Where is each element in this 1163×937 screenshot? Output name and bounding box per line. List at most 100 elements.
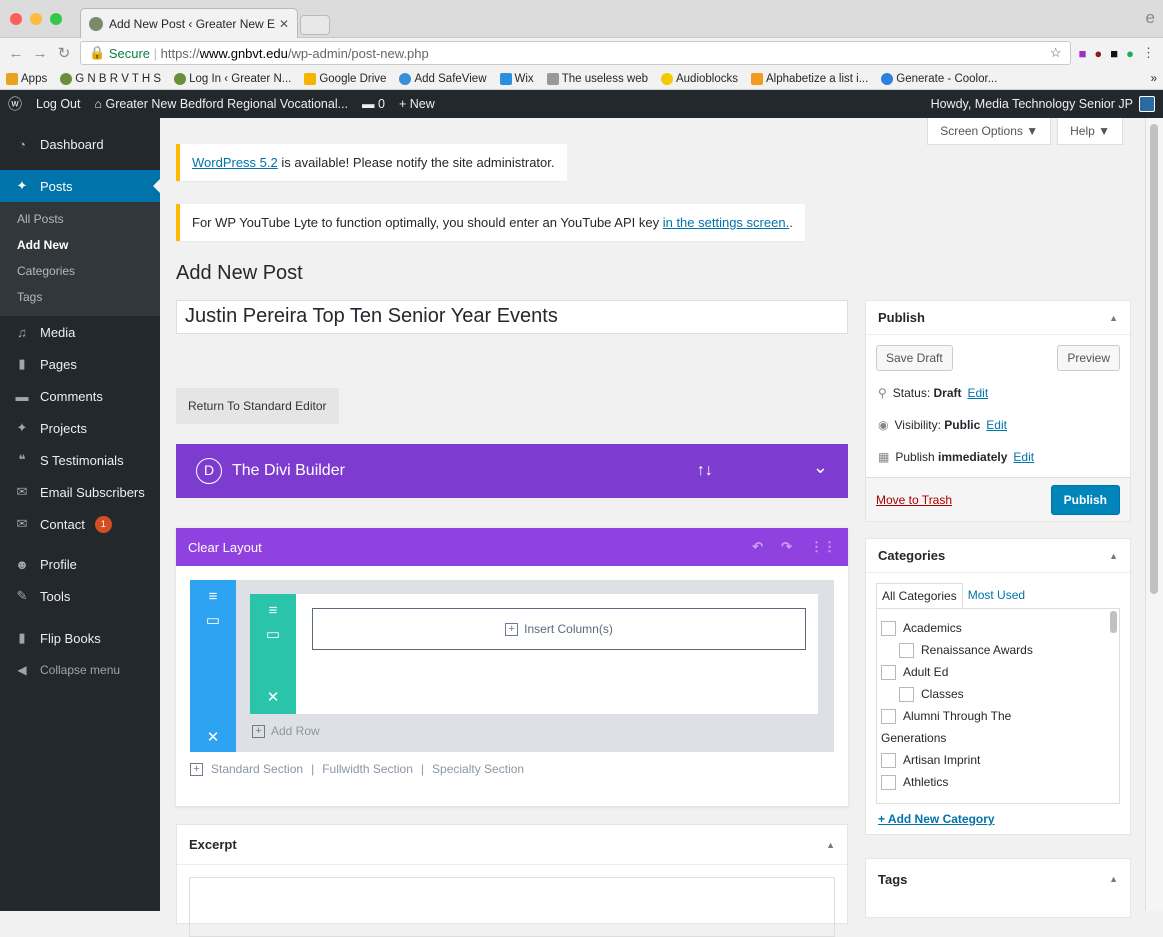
tab-all-categories[interactable]: All Categories [876,583,963,608]
back-arrow-icon[interactable]: ← [8,45,24,62]
undo-icon[interactable]: ↶ [752,539,763,555]
submenu-all-posts[interactable]: All Posts [0,206,160,232]
chevron-down-icon[interactable]: ⌄ [813,457,828,478]
comments-link[interactable]: ▬ 0 [362,97,385,111]
list-item[interactable]: Alumni Through The [881,705,1115,727]
extension-notion-icon[interactable]: ■ [1110,46,1118,61]
section-move-icon[interactable]: ≡ [190,588,236,605]
sidebar-item-tools[interactable]: ✎ Tools [0,580,160,612]
sidebar-item-profile[interactable]: ☻ Profile [0,548,160,580]
excerpt-textarea[interactable] [189,877,835,937]
row-settings-icon[interactable]: ▭ [250,625,296,643]
help-button[interactable]: Help ▼ [1057,118,1123,145]
history-icon[interactable]: ⋮⋮ [810,539,836,555]
bookmark-item[interactable]: Wix [499,72,534,85]
submenu-add-new[interactable]: Add New [0,232,160,258]
extension-t-icon[interactable]: ■ [1079,46,1087,61]
new-tab-button[interactable] [300,15,330,35]
bookmark-item[interactable]: Audioblocks [660,72,738,85]
move-to-trash-link[interactable]: Move to Trash [876,493,952,507]
checkbox[interactable] [899,642,914,658]
new-content-link[interactable]: + New [399,97,435,111]
collapse-arrow-icon[interactable]: ▲ [826,840,835,850]
bookmark-item[interactable]: Generate - Coolor... [881,72,997,85]
bookmark-item[interactable]: Apps [6,72,47,85]
collapse-arrow-icon[interactable]: ▲ [1109,313,1118,323]
submenu-tags[interactable]: Tags [0,284,160,310]
screen-options-button[interactable]: Screen Options ▼ [927,118,1052,145]
page-scrollbar[interactable] [1145,118,1163,911]
bookmark-item[interactable]: Google Drive [304,72,386,85]
tab-most-used[interactable]: Most Used [962,583,1031,608]
forward-arrow-icon[interactable]: → [32,45,48,62]
collapse-arrow-icon[interactable]: ▲ [1109,551,1118,561]
sort-arrows-icon[interactable]: ↑↓ [697,462,713,480]
row-move-icon[interactable]: ≡ [250,602,296,619]
publish-button[interactable]: Publish [1050,484,1120,515]
close-window-button[interactable] [10,13,22,25]
browser-menu-icon[interactable]: ⋮ [1142,45,1155,61]
reload-icon[interactable]: ↻ [56,44,72,62]
wordpress-logo-icon[interactable]: ⓦ [8,94,22,114]
list-item[interactable]: Academics [881,617,1115,639]
save-draft-button[interactable]: Save Draft [876,345,953,371]
add-new-category-link[interactable]: + Add New Category [878,812,1118,826]
sidebar-item-projects[interactable]: ✦ Projects [0,412,160,444]
list-item[interactable]: Athletics [881,771,1115,793]
address-bar[interactable]: 🔒 Secure | https://www.gnbvt.edu/wp-admi… [80,41,1071,65]
edit-date-link[interactable]: Edit [1013,450,1034,464]
my-account-link[interactable]: Howdy, Media Technology Senior JP [931,96,1155,112]
bookmark-item[interactable]: G N B R V T H S [60,72,161,85]
section-delete-icon[interactable]: ✕ [190,728,236,746]
close-tab-icon[interactable]: ✕ [279,17,289,31]
redo-icon[interactable]: ↷ [781,539,792,555]
sidebar-item-testimonials[interactable]: ❝ S Testimonials [0,444,160,476]
logout-link[interactable]: Log Out [36,97,80,111]
bookmarks-overflow-icon[interactable]: » [1151,73,1157,85]
scrollbar-thumb[interactable] [1110,611,1117,633]
scrollbar-thumb[interactable] [1150,124,1158,594]
extension-record-icon[interactable]: ● [1094,46,1102,61]
collapse-arrow-icon[interactable]: ▲ [1109,874,1118,884]
bookmark-item[interactable]: Log In ‹ Greater N... [174,72,291,85]
section-settings-icon[interactable]: ▭ [190,611,236,629]
profile-icon[interactable]: e [1146,8,1155,28]
sidebar-item-pages[interactable]: ▮ Pages [0,348,160,380]
sidebar-item-flip-books[interactable]: ▮ Flip Books [0,622,160,654]
bookmark-item[interactable]: The useless web [546,72,648,85]
maximize-window-button[interactable] [50,13,62,25]
fullwidth-section-link[interactable]: Fullwidth Section [322,762,413,776]
list-item[interactable]: Artisan Imprint [881,749,1115,771]
specialty-section-link[interactable]: Specialty Section [432,762,524,776]
sidebar-item-contact[interactable]: ✉ Contact 1 [0,508,160,540]
clear-layout-button[interactable]: Clear Layout [188,540,262,555]
sidebar-item-email-subscribers[interactable]: ✉ Email Subscribers [0,476,160,508]
checkbox[interactable] [881,664,896,680]
standard-section-link[interactable]: Standard Section [211,762,303,776]
checkbox[interactable] [881,774,896,790]
bookmark-star-icon[interactable]: ☆ [1050,45,1062,61]
post-title-input[interactable]: Justin Pereira Top Ten Senior Year Event… [176,300,848,334]
settings-screen-link[interactable]: in the settings screen. [663,215,789,230]
list-item[interactable]: Adult Ed [881,661,1115,683]
list-item[interactable]: Renaissance Awards [881,639,1115,661]
add-row-button[interactable]: + Add Row [252,724,320,738]
minimize-window-button[interactable] [30,13,42,25]
return-to-standard-editor-button[interactable]: Return To Standard Editor [176,388,339,424]
sidebar-item-posts[interactable]: ✦ Posts [0,170,160,202]
checkbox[interactable] [881,752,896,768]
checkbox[interactable] [881,620,896,636]
browser-tab[interactable]: Add New Post ‹ Greater New E ✕ [80,8,298,38]
sidebar-item-comments[interactable]: ▬ Comments [0,380,160,412]
checkbox[interactable] [899,686,914,702]
edit-status-link[interactable]: Edit [968,386,989,400]
collapse-menu-button[interactable]: ◀ Collapse menu [0,654,160,686]
preview-button[interactable]: Preview [1057,345,1120,371]
row-delete-icon[interactable]: ✕ [250,688,296,706]
insert-columns-button[interactable]: + Insert Column(s) [312,608,806,650]
bookmark-item[interactable]: Add SafeView [399,72,487,85]
site-name-link[interactable]: ⌂ Greater New Bedford Regional Vocationa… [94,97,348,111]
submenu-categories[interactable]: Categories [0,258,160,284]
wordpress-update-link[interactable]: WordPress 5.2 [192,155,278,170]
checkbox[interactable] [881,708,896,724]
